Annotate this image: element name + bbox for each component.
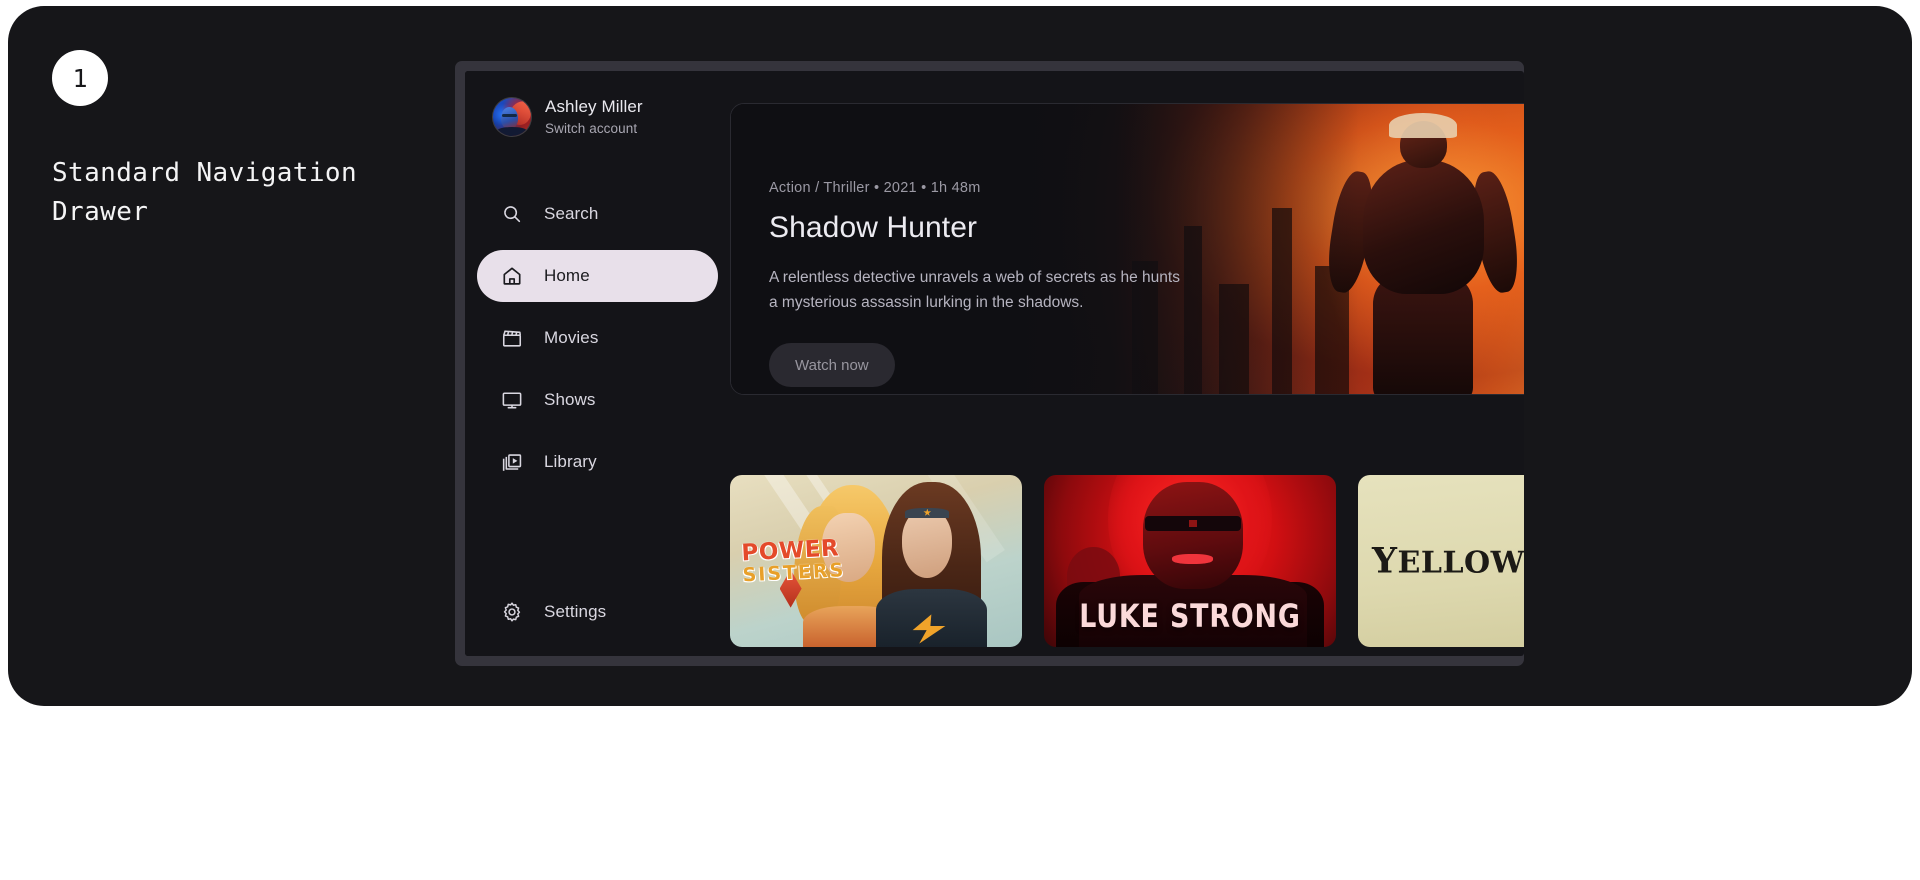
sidebar-label-library: Library: [544, 452, 597, 471]
tv-icon: [501, 389, 523, 411]
nav-list: Search Home Movies Shows Library: [477, 188, 718, 488]
watch-now-button[interactable]: Watch now: [769, 343, 895, 387]
navigation-drawer: Ashley Miller Switch account Search Home…: [465, 71, 730, 656]
card-title-luke-strong: LUKE STRONG: [1079, 597, 1301, 635]
movie-card-row: POWER SISTERS LUKE STRONG YELLOW: [730, 475, 1524, 647]
movie-card-luke-strong[interactable]: LUKE STRONG: [1044, 475, 1336, 647]
card-title-yellow-rest: ELLOW: [1397, 545, 1525, 581]
gear-icon: [501, 601, 523, 623]
app-surface: Ashley Miller Switch account Search Home…: [465, 71, 1524, 656]
annotation-title: Standard Navigation Drawer: [52, 158, 358, 227]
sidebar-label-search: Search: [544, 204, 599, 223]
hero-description: A relentless detective unravels a web of…: [769, 269, 1180, 311]
sidebar-item-home[interactable]: Home: [477, 250, 718, 302]
sidebar-label-shows: Shows: [544, 390, 596, 409]
sidebar-item-settings[interactable]: Settings: [477, 586, 718, 638]
step-number-badge: 1: [52, 50, 108, 106]
annotation-block: 1 Standard Navigation Drawer: [52, 50, 412, 232]
movie-card-yellow[interactable]: YELLOW: [1358, 475, 1524, 647]
movie-card-power-sisters[interactable]: POWER SISTERS: [730, 475, 1022, 647]
card-title-yellow: YELLOW: [1372, 541, 1524, 582]
card-title-line2: SISTERS: [741, 559, 846, 587]
sidebar-item-search[interactable]: Search: [477, 188, 718, 240]
account-name: Ashley Miller: [545, 97, 643, 116]
sidebar-item-library[interactable]: Library: [477, 436, 718, 488]
step-number-text: 1: [72, 63, 88, 93]
card-title-power-sisters: POWER SISTERS: [741, 536, 846, 587]
home-icon: [501, 265, 523, 287]
sidebar-item-shows[interactable]: Shows: [477, 374, 718, 426]
sidebar-item-movies[interactable]: Movies: [477, 312, 718, 364]
library-icon: [501, 451, 523, 473]
app-window-frame: Ashley Miller Switch account Search Home…: [455, 61, 1524, 666]
hero-title: Shadow Hunter: [769, 211, 978, 244]
content-area: Action / Thriller • 2021 • 1h 48m Shadow…: [730, 71, 1524, 656]
hero-card[interactable]: Action / Thriller • 2021 • 1h 48m Shadow…: [730, 103, 1524, 395]
sidebar-label-movies: Movies: [544, 328, 599, 347]
avatar: [493, 97, 531, 136]
switch-account-link[interactable]: Switch account: [545, 121, 643, 136]
hero-copy: Action / Thriller • 2021 • 1h 48m Shadow…: [769, 180, 1189, 387]
account-header[interactable]: Ashley Miller Switch account: [477, 91, 718, 136]
dark-canvas: 1 Standard Navigation Drawer Ashley Mill…: [8, 6, 1912, 706]
hero-meta: Action / Thriller • 2021 • 1h 48m: [769, 180, 981, 196]
movie-icon: [501, 327, 523, 349]
sidebar-label-settings: Settings: [544, 602, 607, 621]
sidebar-label-home: Home: [544, 266, 590, 285]
nav-bottom-group: Settings: [477, 586, 718, 656]
card-title-yellow-first: Y: [1372, 540, 1398, 582]
search-icon: [501, 203, 523, 225]
